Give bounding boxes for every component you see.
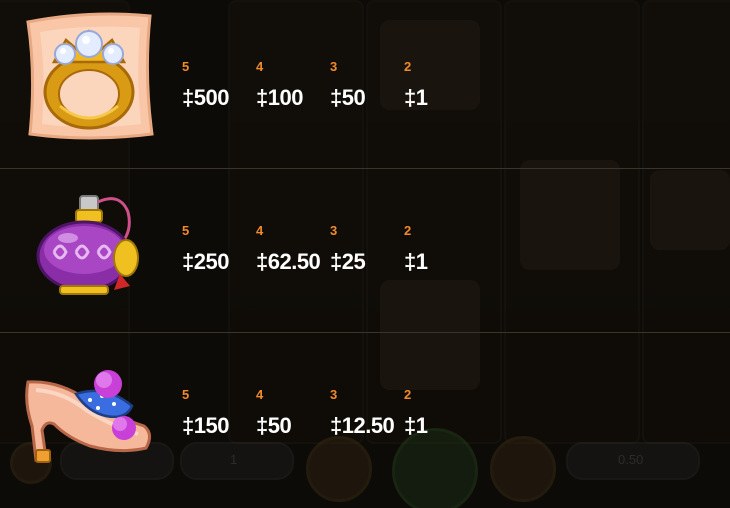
paytable-row-shoe: 5 ‡150 4 ‡50 3 ‡12.50 2 ‡1 [0,332,730,496]
pay-count: 3 [330,59,338,74]
perfume-bottle-icon [20,182,158,320]
pay-amount: ‡1 [404,249,428,274]
high-heel-shoe-icon [20,354,158,492]
paytable-row-ring: 5 ‡500 4 ‡100 3 ‡50 2 ‡1 [0,4,730,168]
pay-amount: ‡100 [256,85,303,110]
pay-amount: ‡500 [182,85,229,110]
pay-count: 3 [330,387,338,402]
pay-3-of-a-kind: 3 ‡25 [330,222,410,276]
pay-amount: ‡25 [330,249,366,274]
paytable-row-perfume: 5 ‡250 4 ‡62.50 3 ‡25 2 ‡1 [0,168,730,332]
pay-5-of-a-kind: 5 ‡150 [182,386,262,440]
pay-5-of-a-kind: 5 ‡500 [182,58,262,112]
pay-3-of-a-kind: 3 ‡12.50 [330,386,410,440]
pay-count: 4 [256,59,264,74]
pay-4-of-a-kind: 4 ‡100 [256,58,336,112]
pay-amount: ‡12.50 [330,413,395,438]
pay-amount: ‡150 [182,413,229,438]
pay-4-of-a-kind: 4 ‡62.50 [256,222,336,276]
pay-count: 2 [404,59,412,74]
pay-amount: ‡1 [404,85,428,110]
pay-amount: ‡1 [404,413,428,438]
pay-2-of-a-kind: 2 ‡1 [404,386,484,440]
pay-count: 2 [404,223,412,238]
pay-count: 5 [182,223,190,238]
pay-2-of-a-kind: 2 ‡1 [404,222,484,276]
pay-count: 4 [256,223,264,238]
pay-count: 3 [330,223,338,238]
pay-amount: ‡50 [330,85,366,110]
paytable-page: 1 0.50 5 ‡500 4 ‡100 3 ‡50 2 ‡1 5 ‡250 4… [0,0,730,508]
pay-count: 5 [182,387,190,402]
pay-amount: ‡62.50 [256,249,321,274]
pay-4-of-a-kind: 4 ‡50 [256,386,336,440]
pay-count: 2 [404,387,412,402]
pay-3-of-a-kind: 3 ‡50 [330,58,410,112]
pay-5-of-a-kind: 5 ‡250 [182,222,262,276]
pay-count: 5 [182,59,190,74]
pay-amount: ‡50 [256,413,292,438]
pay-amount: ‡250 [182,249,229,274]
pay-2-of-a-kind: 2 ‡1 [404,58,484,112]
ring-icon [20,6,158,144]
pay-count: 4 [256,387,264,402]
